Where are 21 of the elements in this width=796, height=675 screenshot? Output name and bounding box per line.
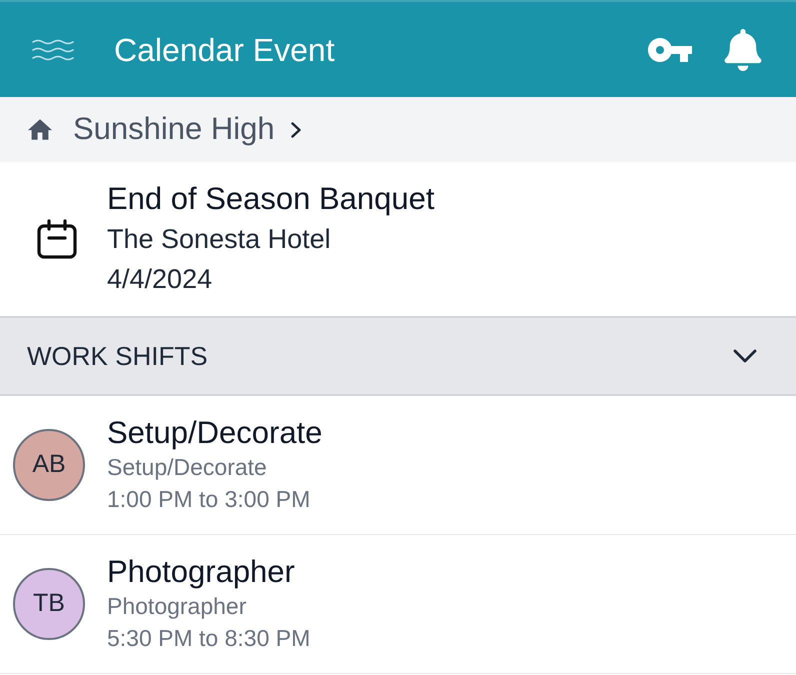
breadcrumb-link[interactable]: Sunshine High [73,106,275,153]
calendar-icon [37,219,77,259]
section-header[interactable]: WORK SHIFTS [0,316,796,396]
home-icon[interactable] [28,119,52,140]
event-title: End of Season Banquet [107,180,434,218]
notification-bell-icon[interactable] [724,28,762,70]
key-icon[interactable] [648,38,692,62]
avatar: TB [13,568,85,640]
shift-title: Photographer [107,554,296,590]
page-title: Calendar Event [114,30,335,70]
avatar: AB [13,429,85,501]
shift-time: 5:30 PM to 8:30 PM [107,624,310,653]
event-date: 4/4/2024 [107,263,214,296]
shift-role: Setup/Decorate [107,453,268,482]
shift-title: Setup/Decorate [107,415,322,451]
shift-time: 1:00 PM to 3:00 PM [107,485,312,514]
chevron-down-icon [733,349,757,363]
shift-role: Photographer [107,592,248,621]
chevron-right-icon [290,122,301,138]
event-location: The Sonesta Hotel [107,223,332,256]
menu-icon[interactable] [32,38,74,60]
